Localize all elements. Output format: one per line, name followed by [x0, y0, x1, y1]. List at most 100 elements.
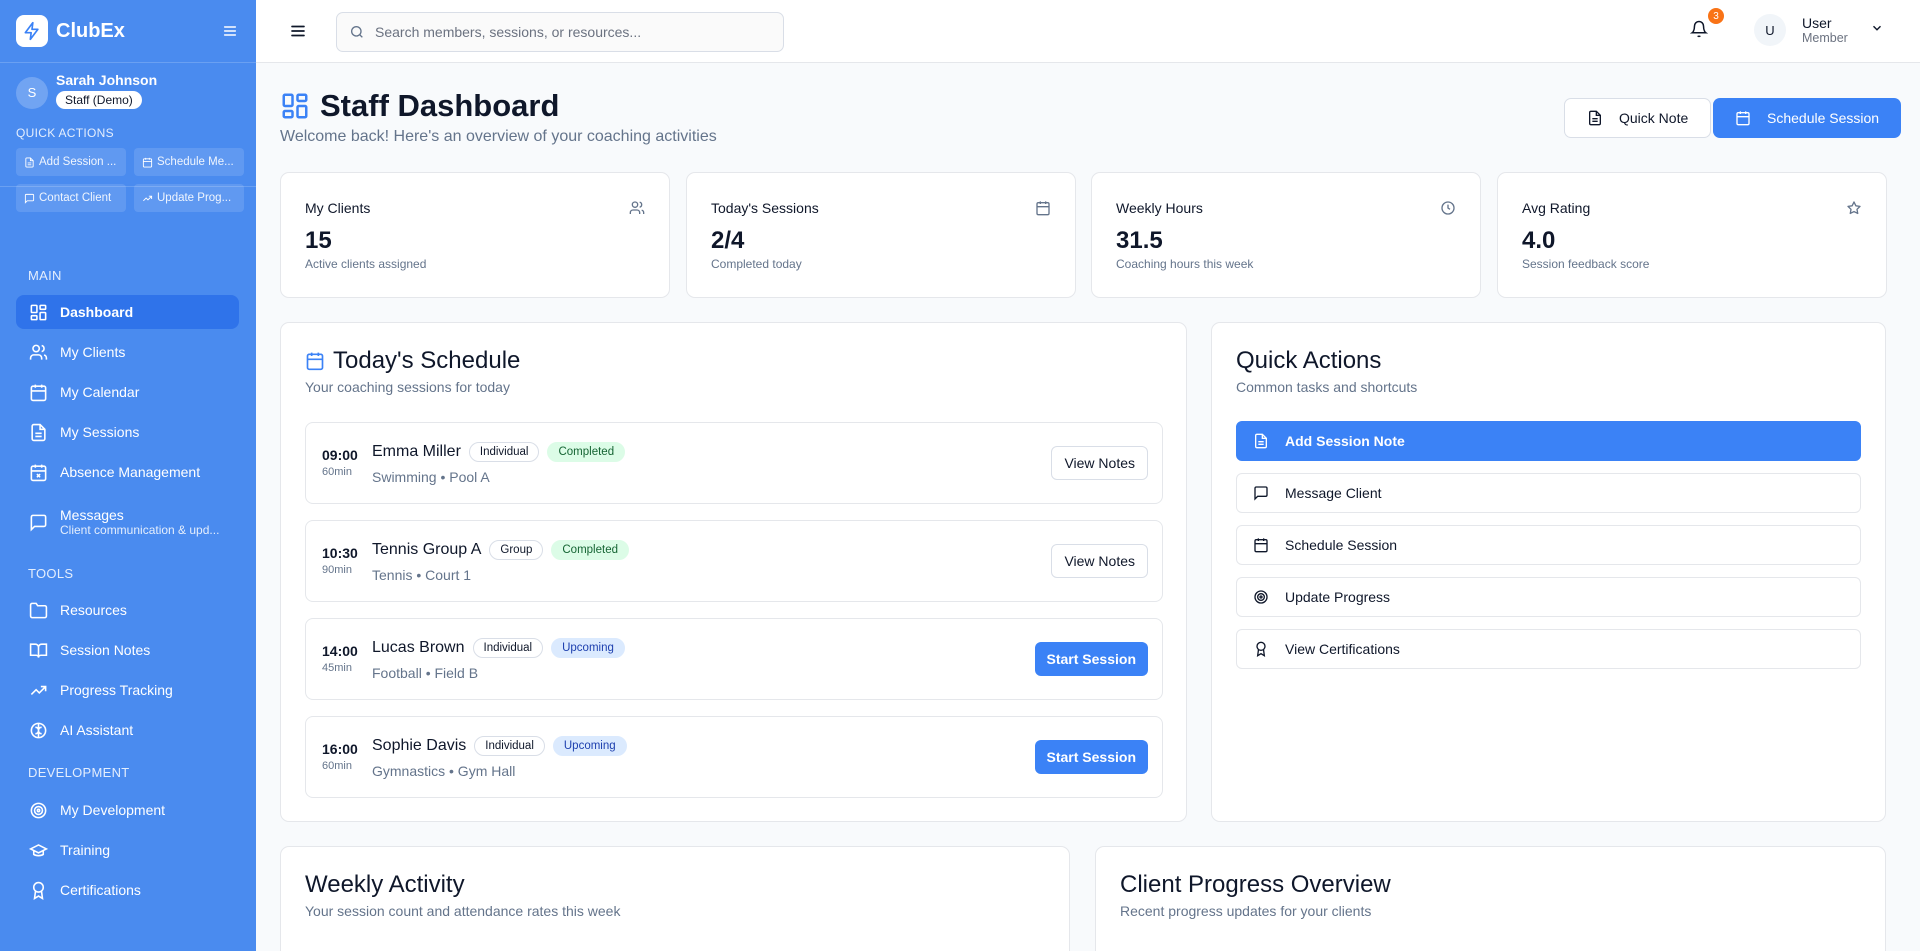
- sidebar-item-session-notes[interactable]: Session Notes: [16, 633, 239, 667]
- sidebar-user-panel: S Sarah Johnson Staff (Demo) QUICK ACTIO…: [0, 63, 256, 212]
- search-box[interactable]: [336, 12, 784, 52]
- schedule-session-action-button[interactable]: Schedule Session: [1236, 525, 1861, 565]
- session-location: Gymnastics • Gym Hall: [372, 763, 516, 779]
- status-badge: Upcoming: [552, 736, 627, 756]
- target-icon: [28, 800, 48, 820]
- quick-action-schedule-meeting[interactable]: Schedule Me...: [134, 148, 244, 176]
- status-badge: Upcoming: [551, 638, 625, 658]
- sidebar-item-messages[interactable]: Messages Client communication & upd...: [16, 496, 239, 548]
- sidebar-item-my-development[interactable]: My Development: [16, 793, 239, 827]
- session-row: 16:00 60min Sophie Davis Individual Upco…: [305, 716, 1163, 798]
- card-title: Quick Actions: [1236, 347, 1382, 374]
- status-badge: Completed: [551, 540, 629, 560]
- quick-actions-heading: QUICK ACTIONS: [16, 126, 114, 140]
- view-certifications-button[interactable]: View Certifications: [1236, 629, 1861, 669]
- menu-icon[interactable]: [289, 22, 307, 40]
- dashboard-icon: [28, 302, 48, 322]
- message-icon: [24, 193, 35, 204]
- quick-note-label: Quick Note: [1619, 110, 1689, 126]
- view-notes-button[interactable]: View Notes: [1051, 544, 1148, 578]
- action-label: Message Client: [1285, 485, 1382, 501]
- sidebar-item-label: Certifications: [60, 882, 141, 898]
- sidebar-item-label: My Sessions: [60, 424, 140, 440]
- note-icon: [24, 156, 35, 168]
- avatar: U: [1754, 14, 1786, 46]
- sidebar-collapse-icon[interactable]: [220, 21, 240, 41]
- add-session-note-button[interactable]: Add Session Note: [1236, 421, 1861, 461]
- quick-action-label: Update Prog...: [157, 192, 232, 204]
- user-menu[interactable]: U User Member: [1754, 14, 1884, 46]
- book-icon: [28, 640, 48, 660]
- trend-icon: [28, 680, 48, 700]
- sidebar-item-label: Dashboard: [60, 304, 134, 320]
- status-badge: Completed: [547, 442, 626, 462]
- client-progress-card: Client Progress Overview Recent progress…: [1095, 846, 1886, 951]
- session-location: Swimming • Pool A: [372, 469, 490, 485]
- search-input[interactable]: [375, 24, 755, 40]
- brand-bar: ClubEx: [0, 0, 256, 63]
- schedule-session-label: Schedule Session: [1767, 110, 1880, 126]
- avatar: S: [16, 76, 48, 109]
- quick-note-button[interactable]: Quick Note: [1564, 98, 1712, 138]
- session-title: Sophie Davis Individual Upcoming: [372, 736, 627, 756]
- stat-value: 4.0: [1522, 227, 1556, 254]
- target-icon: [1253, 589, 1269, 605]
- clock-icon: [1440, 200, 1456, 221]
- update-progress-button[interactable]: Update Progress: [1236, 577, 1861, 617]
- quick-action-label: Add Session ...: [39, 156, 117, 168]
- start-session-button[interactable]: Start Session: [1034, 642, 1148, 676]
- start-session-button[interactable]: Start Session: [1034, 740, 1148, 774]
- action-label: Add Session Note: [1285, 433, 1405, 449]
- sidebar-item-sublabel: Client communication & upd...: [60, 523, 220, 537]
- session-client-name: Sophie Davis: [372, 737, 467, 754]
- calendar-icon: [305, 351, 325, 371]
- sidebar-item-label: My Calendar: [60, 384, 140, 400]
- sidebar-item-dashboard[interactable]: Dashboard: [16, 295, 239, 329]
- sidebar-item-label: Training: [60, 842, 111, 858]
- bell-icon[interactable]: [1689, 20, 1712, 42]
- session-client-name: Lucas Brown: [372, 639, 465, 656]
- page-subtitle: Welcome back! Here's an overview of your…: [280, 128, 717, 145]
- sidebar-item-progress-tracking[interactable]: Progress Tracking: [16, 673, 239, 707]
- schedule-session-button[interactable]: Schedule Session: [1713, 98, 1902, 138]
- action-label: Schedule Session: [1285, 537, 1398, 553]
- nav-section-development: DEVELOPMENT: [28, 765, 130, 780]
- trend-icon: [142, 193, 153, 204]
- stat-value: 31.5: [1116, 227, 1163, 254]
- stat-label: Weekly Hours: [1116, 200, 1203, 216]
- message-client-button[interactable]: Message Client: [1236, 473, 1861, 513]
- session-time: 10:30: [322, 545, 358, 561]
- page-header: Staff Dashboard Welcome back! Here's an …: [280, 88, 717, 146]
- quick-action-add-session-note[interactable]: Add Session ...: [16, 148, 126, 176]
- award-icon: [28, 880, 48, 900]
- stat-label: Today's Sessions: [711, 200, 819, 216]
- quick-action-update-progress[interactable]: Update Prog...: [134, 184, 244, 212]
- stat-label: Avg Rating: [1522, 200, 1591, 216]
- sidebar-item-absence-management[interactable]: Absence Management: [16, 455, 239, 489]
- sidebar-item-my-clients[interactable]: My Clients: [16, 335, 239, 369]
- sidebar-item-label: Resources: [60, 602, 127, 618]
- award-icon: [1253, 641, 1269, 657]
- dashboard-icon: [280, 91, 310, 121]
- note-icon: [1587, 110, 1603, 126]
- sidebar-item-label: Progress Tracking: [60, 682, 173, 698]
- star-icon: [1846, 200, 1862, 221]
- sidebar-item-my-calendar[interactable]: My Calendar: [16, 375, 239, 409]
- quick-action-contact-client[interactable]: Contact Client: [16, 184, 126, 212]
- session-time: 16:00: [322, 741, 358, 757]
- stat-label: My Clients: [305, 200, 371, 216]
- sidebar-item-training[interactable]: Training: [16, 833, 239, 867]
- sidebar-item-ai-assistant[interactable]: AI Assistant: [16, 713, 239, 747]
- brain-icon: [28, 720, 48, 740]
- view-notes-button[interactable]: View Notes: [1051, 446, 1148, 480]
- session-time: 14:00: [322, 643, 358, 659]
- sidebar-item-label: Session Notes: [60, 642, 151, 658]
- session-duration: 60min: [322, 760, 352, 772]
- session-row: 09:00 60min Emma Miller Individual Compl…: [305, 422, 1163, 504]
- sidebar-item-my-sessions[interactable]: My Sessions: [16, 415, 239, 449]
- logo-icon: [16, 15, 48, 47]
- sidebar-item-resources[interactable]: Resources: [16, 593, 239, 627]
- nav-section-tools: TOOLS: [28, 566, 74, 581]
- sidebar-item-certifications[interactable]: Certifications: [16, 873, 239, 907]
- stat-caption: Active clients assigned: [305, 257, 427, 271]
